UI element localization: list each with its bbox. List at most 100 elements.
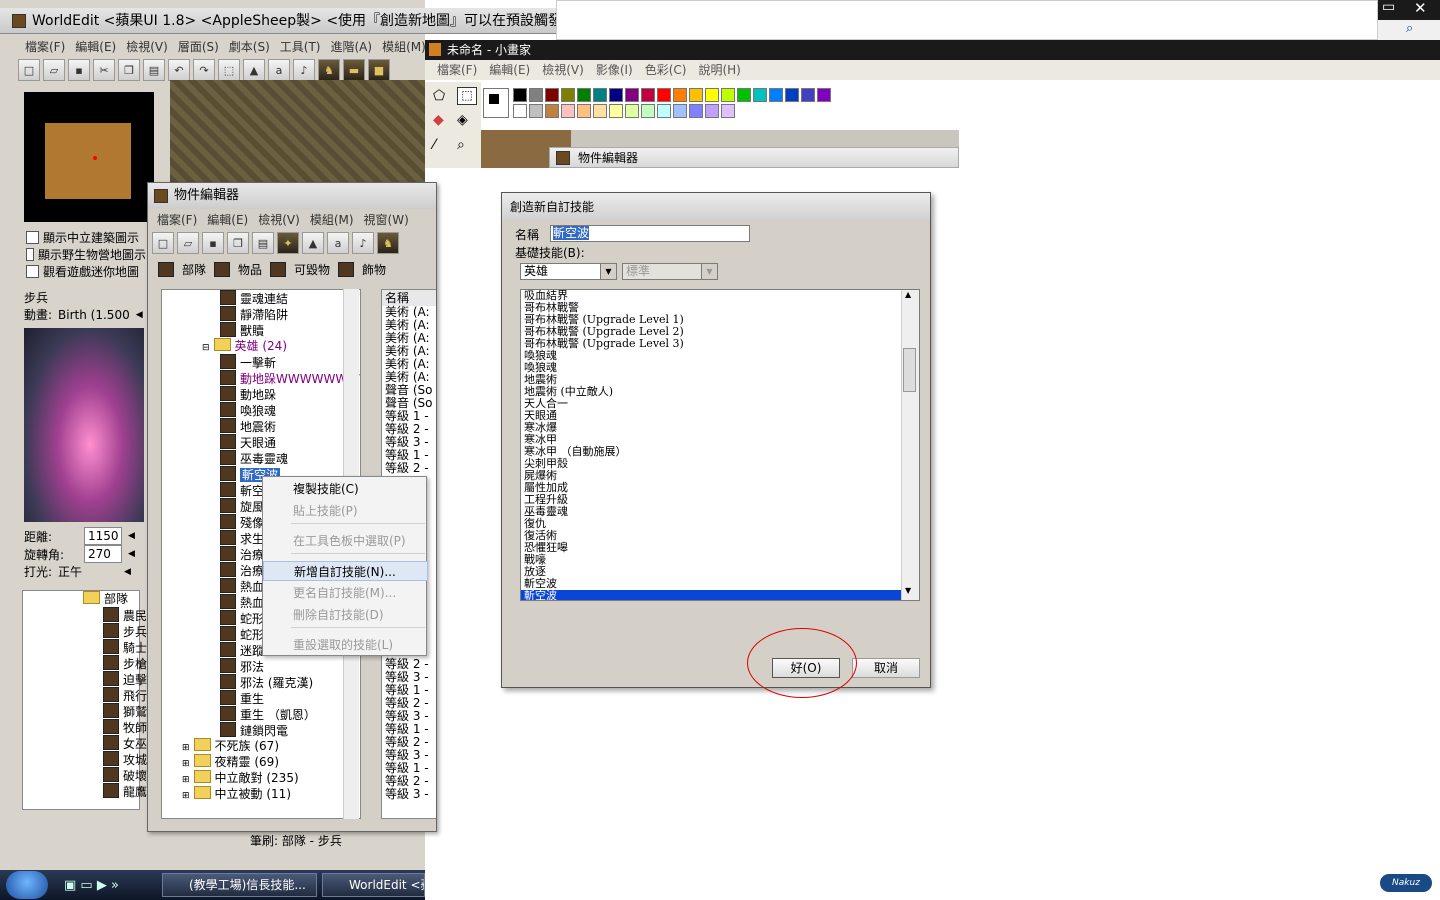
color-swatch[interactable]	[801, 88, 815, 102]
map-viewport[interactable]	[170, 80, 425, 190]
checkbox-box[interactable]	[26, 265, 39, 278]
context-menu-item[interactable]: 新增自訂技能(N)...	[263, 561, 428, 581]
save-icon[interactable]: ▪	[202, 232, 224, 254]
scroll-down-icon[interactable]: ▼	[905, 586, 911, 595]
color-swatch[interactable]	[641, 88, 655, 102]
search-icon[interactable]: ⌕	[1406, 21, 1413, 36]
color-swatch[interactable]	[689, 104, 703, 118]
task-ie[interactable]: (教學工場)信長技能...	[162, 873, 317, 897]
cancel-button[interactable]: 取消	[852, 658, 920, 678]
new-file-icon[interactable]: □	[18, 59, 40, 81]
list-item[interactable]: 巫毒靈魂	[521, 506, 919, 518]
menu-item[interactable]: 檢視(V)	[121, 38, 173, 55]
copy-icon[interactable]: ❐	[227, 232, 249, 254]
color-swatch[interactable]	[593, 88, 607, 102]
tree-item[interactable]: 飛行	[23, 687, 147, 703]
color-swatch[interactable]	[641, 104, 655, 118]
list-item[interactable]: 復活術	[521, 530, 919, 542]
eyedropper-icon[interactable]: ⁄	[433, 137, 435, 153]
tree-item[interactable]: 靈魂連結	[162, 290, 360, 306]
color-swatch[interactable]	[561, 88, 575, 102]
menu-item[interactable]: 檔案(F)	[20, 38, 70, 55]
expand-icon[interactable]: ⊟	[202, 343, 210, 353]
color-swatch[interactable]	[625, 88, 639, 102]
menu-item[interactable]: 模組(M)	[305, 211, 359, 228]
color-swatch[interactable]	[577, 88, 591, 102]
rect-select-icon[interactable]: ⬚	[457, 87, 477, 105]
menu-item[interactable]: 說明(H)	[692, 63, 746, 77]
list-scrollbar[interactable]: ▲ ▼	[901, 290, 919, 600]
list-item[interactable]: 寒冰爆	[521, 422, 919, 434]
unit-model-preview[interactable]	[24, 328, 144, 522]
unit-icon[interactable]: ♞	[318, 59, 340, 81]
expand-icon[interactable]: ⊞	[182, 775, 190, 785]
list-item[interactable]: 工程升級	[521, 494, 919, 506]
menu-item[interactable]: 檢視(V)	[253, 211, 305, 228]
menu-item[interactable]: 工具(T)	[275, 38, 326, 55]
tree-item[interactable]: 靜滯陷阱	[162, 306, 360, 322]
checkbox-box[interactable]	[26, 248, 34, 261]
base-ability-list[interactable]: 吸血結界 哥布林戰警 哥布林戰警 (Upgrade Level 1) 哥布林戰警 (U…	[520, 289, 920, 601]
color-swatch[interactable]	[545, 88, 559, 102]
tree-item[interactable]: 牧師	[23, 719, 147, 735]
list-item[interactable]: 寒冰甲 （自動施展）	[521, 446, 919, 458]
tree-item[interactable]: 天眼通	[162, 434, 360, 450]
trigger-icon[interactable]: ▬	[343, 59, 365, 81]
tab-units[interactable]: 部隊	[158, 261, 206, 278]
tree-item[interactable]: 迫擊	[23, 671, 147, 687]
menu-item[interactable]: 色彩(C)	[639, 63, 693, 77]
context-menu-item[interactable]: 貼上技能(P)	[263, 501, 428, 521]
context-menu-item[interactable]: 更名自訂技能(M)...	[263, 583, 428, 603]
gold-icon[interactable]: a	[327, 232, 349, 254]
undo-icon[interactable]: ↶	[168, 59, 190, 81]
distance-value[interactable]: 1150	[84, 527, 122, 545]
menu-item[interactable]: 模組(M)	[377, 38, 425, 55]
list-item[interactable]: 天眼通	[521, 410, 919, 422]
color-swatch[interactable]	[657, 88, 671, 102]
color-swatch[interactable]	[529, 88, 543, 102]
list-item[interactable]: 地震術 (中立敵人)	[521, 386, 919, 398]
terrain-icon[interactable]: ▲	[243, 59, 265, 81]
tree-folder[interactable]: ⊞ 夜精靈 (69)	[162, 754, 360, 770]
list-item[interactable]: 天人合一	[521, 398, 919, 410]
color-swatch[interactable]	[689, 88, 703, 102]
sound-icon[interactable]: ♪	[352, 232, 374, 254]
color-swatch[interactable]	[785, 88, 799, 102]
context-menu-item[interactable]: 刪除自訂技能(D)	[263, 605, 428, 625]
fill-icon[interactable]: ◈	[457, 112, 468, 128]
list-item[interactable]: 喚狼魂	[521, 350, 919, 362]
lighting-value[interactable]: 正午	[58, 563, 118, 580]
tree-item[interactable]: 破壞	[23, 767, 147, 783]
select-icon[interactable]: ⬚	[218, 59, 240, 81]
terrain-icon[interactable]: ▲	[302, 232, 324, 254]
tab-doodads[interactable]: 飾物	[338, 261, 386, 278]
tree-folder[interactable]: ⊞ 中立敵對 (235)	[162, 770, 360, 786]
tree-folder[interactable]: 部隊	[23, 591, 139, 607]
expand-icon[interactable]: ⊞	[182, 743, 190, 753]
list-item[interactable]: 屬性加成	[521, 482, 919, 494]
context-menu-item[interactable]: 在工具色板中選取(P)	[263, 531, 428, 551]
list-item[interactable]: 復仇	[521, 518, 919, 530]
menu-item[interactable]: 影像(I)	[590, 63, 639, 77]
scroll-up-icon[interactable]: ▲	[905, 290, 911, 299]
color-swatch[interactable]	[721, 104, 735, 118]
tree-item[interactable]: 騎士	[23, 639, 147, 655]
list-item[interactable]: 屍爆術	[521, 470, 919, 482]
tree-item[interactable]: 動地跺WWWWWWWWW	[162, 370, 360, 386]
redo-icon[interactable]: ↷	[193, 59, 215, 81]
tree-item[interactable]: 喚狼魂	[162, 402, 360, 418]
list-item[interactable]: 尖刺甲殼	[521, 458, 919, 470]
minimize-icon[interactable]: ▭	[1382, 0, 1395, 15]
tree-item[interactable]: 重生	[162, 690, 360, 706]
color-swatch[interactable]	[721, 88, 735, 102]
menu-item[interactable]: 編輯(E)	[70, 38, 121, 55]
new-object-icon[interactable]: ✦	[277, 232, 299, 254]
expand-icon[interactable]: ⊞	[182, 791, 190, 801]
menu-item[interactable]: 劇本(S)	[224, 38, 275, 55]
tree-item[interactable]: 巫毒靈魂	[162, 450, 360, 466]
paste-icon[interactable]: ▤	[143, 59, 165, 81]
color-swatch[interactable]	[545, 104, 559, 118]
magnifier-icon[interactable]: ⌕	[457, 137, 465, 153]
color-swatch[interactable]	[753, 88, 767, 102]
list-item[interactable]: 斬空波	[521, 578, 919, 590]
